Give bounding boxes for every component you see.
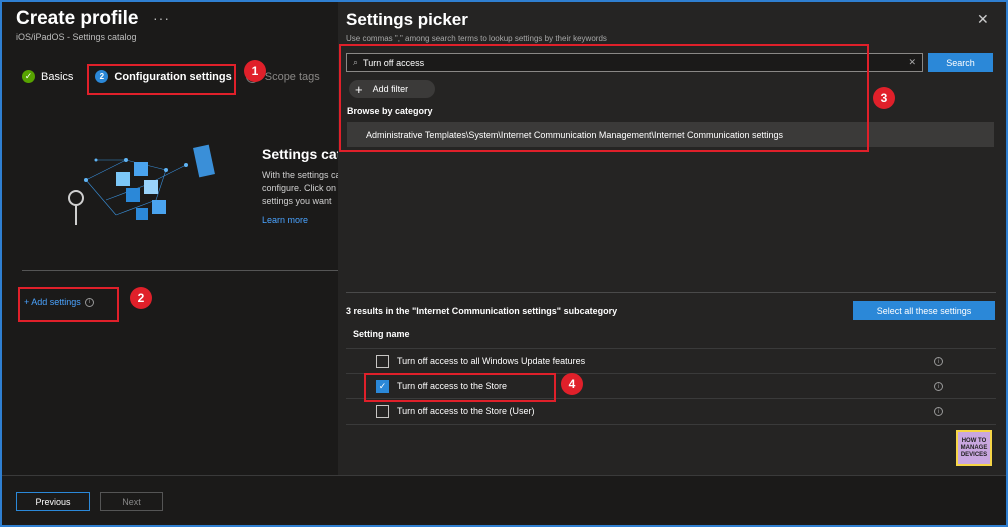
checkbox[interactable] [376,404,389,418]
desc-line: settings you want [262,196,332,206]
page-subtitle: iOS/iPadOS - Settings catalog [16,32,137,42]
results-count: 3 results in the "Internet Communication… [346,306,618,316]
callout-box-4 [364,373,556,402]
callout-badge-1: 1 [244,60,266,82]
table-row[interactable]: Turn off access to all Windows Update fe… [346,348,996,373]
info-icon[interactable]: i [934,357,943,366]
settings-catalog-heading: Settings catalog [262,146,338,162]
desc-line: With the settings catalog, [262,170,338,180]
learn-more-link[interactable]: Learn more [262,215,308,225]
close-icon[interactable]: ✕ [977,11,989,28]
page-title: Create profile [16,8,139,29]
logo-text: MANAGE [960,444,988,451]
callout-box-2 [18,287,119,322]
divider [22,270,338,271]
desc-line: configure. Click on [262,183,337,193]
info-icon[interactable]: i [934,382,943,391]
select-all-button[interactable]: Select all these settings [853,301,995,320]
setting-name: Turn off access to the Store (User) [397,406,535,416]
column-header-setting-name[interactable]: Setting name [353,329,410,339]
howto-managedevices-logo: HOW TO MANAGE DEVICES [956,430,992,466]
more-options-button[interactable]: ··· [153,10,170,26]
settings-catalog-description: With the settings catalog, configure. Cl… [262,169,338,208]
next-button[interactable]: Next [100,492,163,511]
previous-button[interactable]: Previous [16,492,90,511]
info-icon[interactable]: i [934,407,943,416]
divider [346,424,996,425]
callout-badge-3: 3 [873,87,895,109]
step-label: Basics [41,70,74,83]
search-hint: Use commas "," among search terms to loo… [346,34,607,43]
search-button[interactable]: Search [928,53,993,72]
step-label: Scope tags [264,70,320,83]
clear-search-icon[interactable]: ✕ [908,57,916,68]
picker-title: Settings picker [346,10,468,29]
callout-box-3 [339,44,869,152]
logo-text: DEVICES [960,451,988,458]
callout-box-1 [87,64,236,95]
check-icon: ✓ [22,70,35,83]
checkbox[interactable] [376,354,389,368]
step-basics[interactable]: ✓ Basics [22,70,73,83]
settings-catalog-illustration-icon [68,144,215,225]
logo-text: HOW TO [961,437,987,444]
setting-name: Turn off access to all Windows Update fe… [397,356,586,366]
callout-badge-2: 2 [130,287,152,309]
divider [346,292,996,293]
callout-badge-4: 4 [561,373,583,395]
